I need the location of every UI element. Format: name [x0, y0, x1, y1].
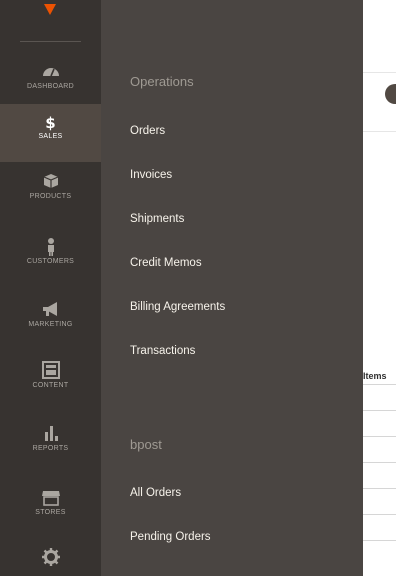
dollar-icon: $: [45, 114, 56, 132]
user-avatar[interactable]: [385, 84, 396, 104]
sidebar-item-label: CONTENT: [32, 382, 69, 389]
grid-column-header: Items: [363, 371, 387, 381]
menu-link-shipments[interactable]: Shipments: [130, 213, 184, 225]
menu-link-transactions[interactable]: Transactions: [130, 345, 195, 357]
admin-sidebar: DASHBOARD $ SALES PRODUCTS CUSTOMERS MAR…: [0, 0, 101, 576]
content-icon: [41, 361, 60, 379]
grid-row-divider: [363, 540, 396, 541]
dashboard-icon: [42, 68, 59, 77]
grid-row-divider: [363, 514, 396, 515]
menu-link-billing-agreements[interactable]: Billing Agreements: [130, 301, 225, 313]
box-icon: [43, 174, 58, 188]
megaphone-icon: [42, 302, 57, 316]
menu-link-orders[interactable]: Orders: [130, 125, 165, 137]
bar-chart-icon: [44, 426, 58, 441]
store-icon: [41, 491, 60, 506]
grid-row-divider: [363, 488, 396, 489]
person-icon: [47, 238, 54, 256]
menu-link-credit-memos[interactable]: Credit Memos: [130, 257, 202, 269]
menu-link-pending-orders[interactable]: Pending Orders: [130, 531, 211, 543]
sidebar-divider: [20, 41, 81, 42]
sidebar-item-system[interactable]: [0, 540, 101, 576]
sidebar-item-products[interactable]: PRODUCTS: [0, 168, 101, 226]
sidebar-item-marketing[interactable]: MARKETING: [0, 296, 101, 354]
grid-row-divider: [363, 384, 396, 385]
menu-link-invoices[interactable]: Invoices: [130, 169, 172, 181]
section-title-operations: Operations: [130, 74, 194, 89]
sidebar-item-label: CUSTOMERS: [26, 258, 75, 265]
sidebar-item-label: REPORTS: [32, 445, 69, 452]
sidebar-item-label: SALES: [38, 133, 63, 140]
grid-row-divider: [363, 410, 396, 411]
sidebar-item-customers[interactable]: CUSTOMERS: [0, 233, 101, 291]
grid-row-divider: [363, 462, 396, 463]
sidebar-item-stores[interactable]: STORES: [0, 484, 101, 542]
sidebar-item-reports[interactable]: REPORTS: [0, 420, 101, 478]
sidebar-item-label: STORES: [35, 509, 66, 516]
sidebar-item-content[interactable]: CONTENT: [0, 357, 101, 415]
magento-logo-icon[interactable]: [43, 4, 57, 15]
sidebar-item-sales[interactable]: $ SALES: [0, 104, 101, 162]
sidebar-item-label: MARKETING: [28, 321, 73, 328]
sales-submenu-panel: Operations Orders Invoices Shipments Cre…: [101, 0, 363, 576]
gear-icon: [41, 548, 60, 566]
sidebar-item-label: DASHBOARD: [26, 83, 75, 90]
menu-link-all-orders[interactable]: All Orders: [130, 487, 181, 499]
sidebar-item-label: PRODUCTS: [29, 193, 72, 200]
grid-row-divider: [363, 436, 396, 437]
section-title-bpost: bpost: [130, 437, 162, 452]
